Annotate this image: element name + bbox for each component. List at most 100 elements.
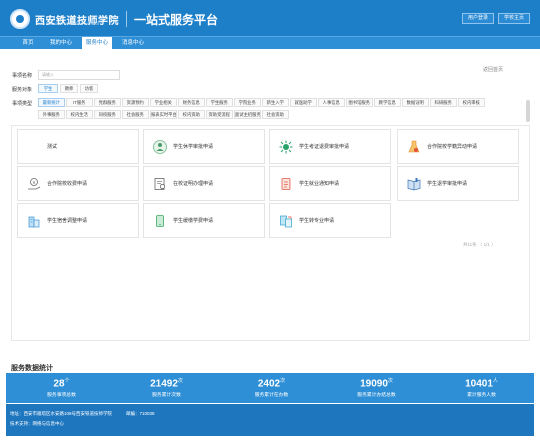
stat-unit: 次: [177, 378, 183, 384]
service-card[interactable]: 合作院校学籍异动申请: [397, 129, 519, 164]
category-chip[interactable]: 新生入学: [262, 98, 289, 107]
stat-value: 2402: [257, 378, 281, 390]
stat-value: 19090: [360, 378, 388, 390]
virus-icon: [278, 139, 294, 155]
stat-value: 21492: [150, 378, 178, 390]
footer-address: 地址：西安市雁塔区水安路108号西安铁道技师学院: [10, 411, 113, 416]
footer-support: 技术支持：网络与信息中心: [10, 421, 64, 426]
nav-service-center[interactable]: 服务中心: [82, 37, 112, 49]
transfer-icon: [278, 213, 294, 229]
category-chip[interactable]: 社会服务: [122, 110, 149, 119]
stat-caption: 服务累计办结总数: [357, 393, 396, 399]
service-card[interactable]: 学生转专业申请: [269, 203, 391, 238]
category-chip[interactable]: 财务信息: [178, 98, 205, 107]
service-card-label: 学生退学审批申请: [427, 181, 468, 187]
category-label: 事项类型: [12, 101, 33, 107]
page: 西安铁道技师学院 XI'AN RAILWAY TECHNICIAN INSTIT…: [0, 0, 540, 441]
school-name-en: XI'AN RAILWAY TECHNICIAN INSTITUTE: [36, 22, 103, 26]
service-card[interactable]: ¥ 合作院校收费申请: [17, 166, 139, 201]
header-divider: [126, 11, 127, 27]
service-card[interactable]: 学生宿舍调整申请: [17, 203, 139, 238]
audience-label: 服务对象: [12, 87, 33, 93]
certificate-icon: [152, 176, 168, 192]
money-hand-icon: ¥: [26, 176, 42, 192]
stat-service-count: 21492次 服务累计次数: [114, 373, 219, 398]
stat-caption: 服务累计在办数: [254, 393, 289, 399]
category-chip[interactable]: 教学信息: [374, 98, 401, 107]
service-card-label: 学生宿舍调整申请: [47, 218, 88, 224]
footer-postcode: 邮编：710038: [126, 411, 155, 416]
school-home-button[interactable]: 学校主页: [498, 13, 531, 24]
stat-unit: 个: [64, 378, 70, 384]
student-leave-icon: [152, 139, 168, 155]
service-card[interactable]: 在校证明办理申请: [143, 166, 265, 201]
school-logo[interactable]: 西安铁道技师学院 XI'AN RAILWAY TECHNICIAN INSTIT…: [10, 9, 218, 29]
service-card-label: 学生考证退费审批申请: [299, 144, 350, 150]
service-card-label: 学生休学审批申请: [173, 144, 214, 150]
category-chip[interactable]: 校内资助: [178, 110, 205, 119]
stat-completed: 19090次 服务累计办结总数: [324, 373, 429, 398]
header: 西安铁道技师学院 XI'AN RAILWAY TECHNICIAN INSTIT…: [0, 0, 540, 36]
stat-caption: 累计服务人数: [467, 393, 496, 399]
category-chip[interactable]: IT服务: [66, 98, 93, 107]
category-chip[interactable]: 党群服务: [94, 98, 121, 107]
service-card-label: 学生缓缴学费申请: [173, 218, 214, 224]
school-emblem-icon: [10, 9, 30, 29]
stat-value: 10401: [465, 378, 493, 390]
service-card[interactable]: 学生退学审批申请: [397, 166, 519, 201]
category-chip[interactable]: 外事服务: [38, 110, 65, 119]
category-chip[interactable]: 最新统计: [38, 98, 65, 107]
stat-caption: 服务累计次数: [152, 393, 181, 399]
stat-value: 28: [53, 378, 65, 390]
service-card-label: 合作院校学籍异动申请: [427, 144, 478, 150]
category-chip[interactable]: 资助受流程: [206, 110, 233, 119]
return-home-link[interactable]: 返回首页: [483, 66, 503, 73]
audience-visitor-chip[interactable]: 访客: [80, 84, 98, 93]
stat-caption: 服务事项总数: [47, 393, 76, 399]
service-card[interactable]: 测试: [17, 129, 139, 164]
name-search-input[interactable]: 请输入: [38, 70, 120, 80]
service-card[interactable]: 学生休学审批申请: [143, 129, 265, 164]
footer: 地址：西安市雁塔区水安路108号西安铁道技师学院 邮编：710038 技术支持：…: [6, 404, 534, 436]
service-card-label: 学生转专业申请: [299, 218, 335, 224]
category-chip[interactable]: 学业相关: [150, 98, 177, 107]
audience-teacher-chip[interactable]: 教师: [60, 84, 78, 93]
category-chip[interactable]: 报表实时平台: [150, 110, 177, 119]
category-chip[interactable]: 数据证明: [402, 98, 429, 107]
category-chip[interactable]: 学生服务: [206, 98, 233, 107]
pagination[interactable]: 共11条 〈 1/1 〉: [463, 242, 496, 248]
category-chip[interactable]: 校内审核: [458, 98, 485, 107]
nav-my-center[interactable]: 我的中心: [46, 37, 76, 49]
stats-bar: 28个 服务事项总数 21492次 服务累计次数 2402次 服务累计在办数 1…: [6, 373, 534, 403]
service-card-label: 学生就业通知申请: [299, 181, 340, 187]
category-chip[interactable]: 面试主招服务: [234, 110, 261, 119]
nav-message-center[interactable]: 消息中心: [118, 37, 148, 49]
stat-in-progress: 2402次 服务累计在办数: [219, 373, 324, 398]
flask-icon: [406, 139, 422, 155]
phone-icon: [152, 213, 168, 229]
platform-title: 一站式服务平台: [134, 12, 219, 27]
login-button[interactable]: 用户登录: [462, 13, 495, 24]
category-chip[interactable]: 就医助学: [290, 98, 317, 107]
stat-unit: 次: [387, 378, 393, 384]
stats-title: 服务数据统计: [11, 365, 53, 372]
category-chip[interactable]: 科研服务: [430, 98, 457, 107]
category-chip[interactable]: 同校服务: [94, 110, 121, 119]
category-chip[interactable]: 人事信息: [318, 98, 345, 107]
service-card-label: 测试: [47, 144, 58, 150]
stat-service-total: 28个 服务事项总数: [9, 373, 114, 398]
service-card[interactable]: 学生考证退费审批申请: [269, 129, 391, 164]
nav-home[interactable]: 首页: [16, 37, 40, 49]
service-card[interactable]: 学生就业通知申请: [269, 166, 391, 201]
category-chip[interactable]: 资源预约: [122, 98, 149, 107]
category-chip[interactable]: 图书馆服务: [346, 98, 373, 107]
audience-student-chip[interactable]: 学生: [38, 84, 58, 93]
service-card[interactable]: 学生缓缴学费申请: [143, 203, 265, 238]
category-chip[interactable]: 社会资助: [262, 110, 289, 119]
category-chip[interactable]: 学院业务: [234, 98, 261, 107]
svg-text:¥: ¥: [33, 179, 36, 184]
stat-unit: 次: [280, 378, 286, 384]
category-chip[interactable]: 校内生活: [66, 110, 93, 119]
category-scrollbar[interactable]: [526, 100, 530, 122]
name-label: 事项名称: [12, 73, 33, 79]
